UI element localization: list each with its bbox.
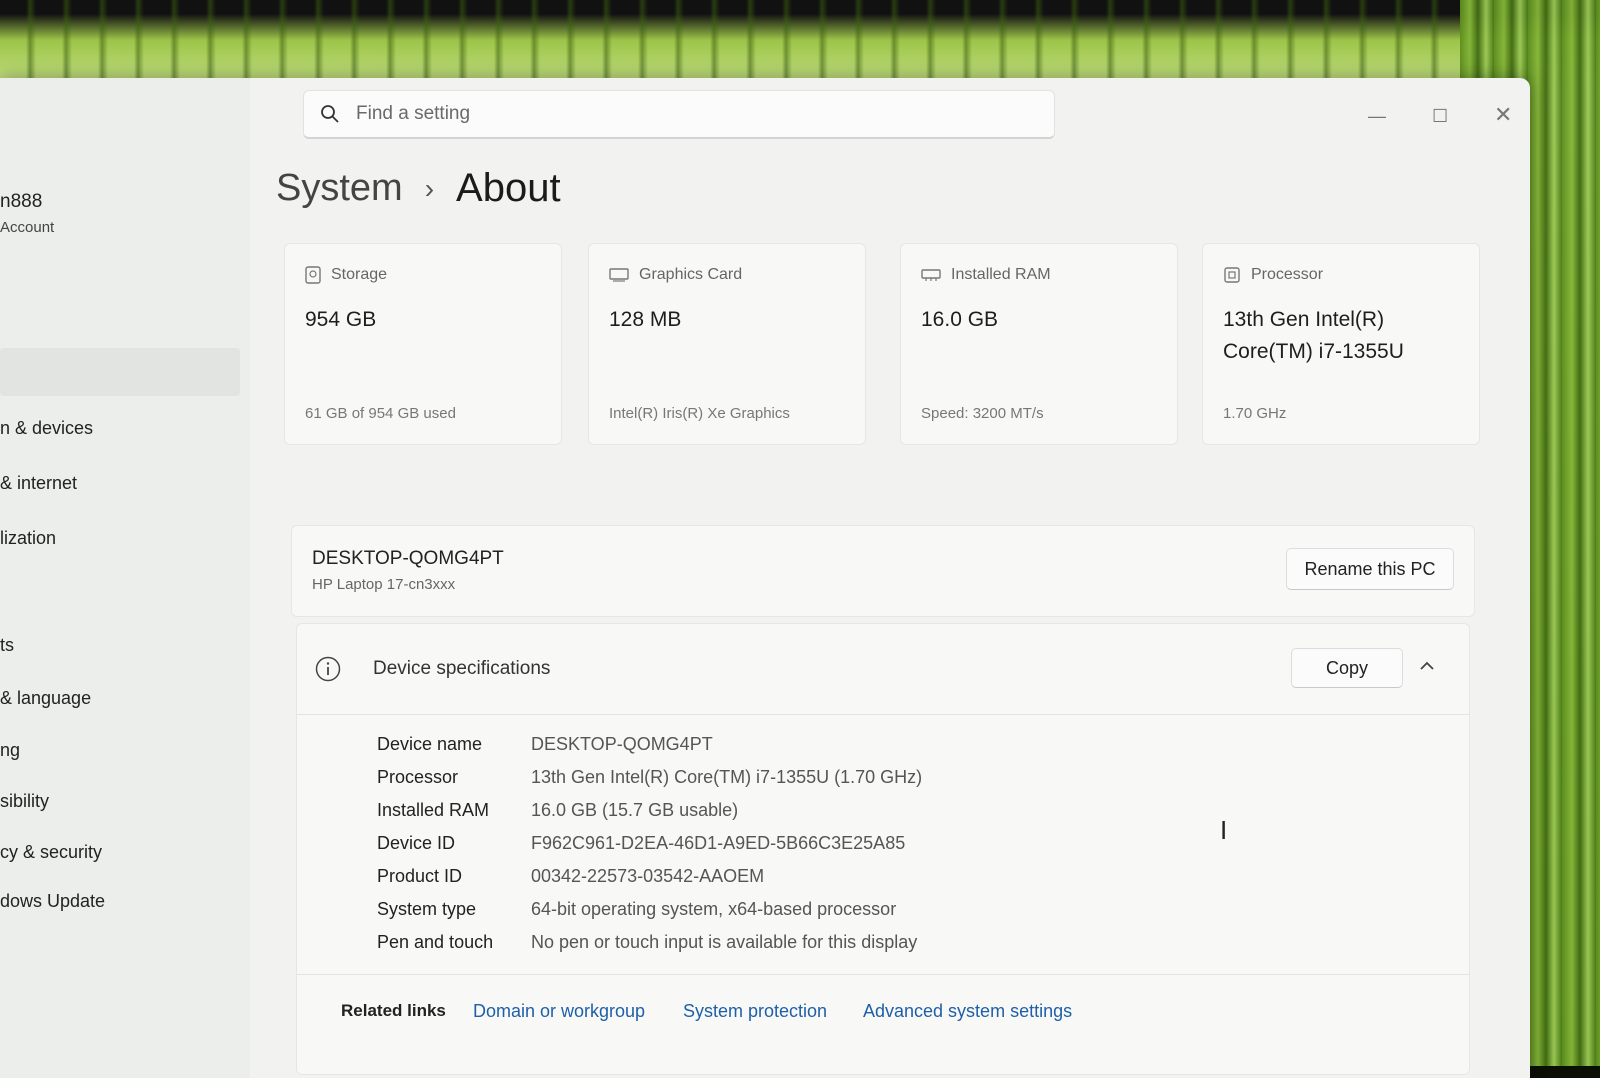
chevron-up-icon[interactable] [1419, 660, 1435, 672]
sidebar-item-accounts[interactable]: ts [0, 635, 14, 656]
spec-label-product-id: Product ID [377, 866, 463, 886]
pc-name-row: DESKTOP-QOMG4PT HP Laptop 17-cn3xxx Rena… [291, 525, 1475, 617]
search-icon [321, 105, 339, 123]
device-specifications-title: Device specifications [373, 658, 551, 679]
graphics-card-value: 128 MB [609, 308, 682, 331]
account-type: Account [0, 219, 55, 236]
copy-button[interactable]: Copy [1291, 648, 1403, 688]
ram-label: Installed RAM [951, 266, 1051, 283]
minimize-icon[interactable]: — [1368, 106, 1386, 127]
search-input[interactable] [354, 102, 998, 126]
ram-value: 16.0 GB [921, 308, 999, 331]
processor-speed: 1.70 GHz [1223, 405, 1287, 422]
related-links: Related links Domain or workgroup System… [297, 974, 1469, 1045]
graphics-card-model: Intel(R) Iris(R) Xe Graphics [609, 405, 790, 422]
storage-value: 954 GB [305, 308, 377, 331]
storage-card[interactable]: Storage 954 GB 61 GB of 954 GB used [284, 243, 562, 445]
ram-speed: Speed: 3200 MT/s [921, 405, 1044, 422]
info-icon [315, 656, 341, 682]
breadcrumb: System › About [276, 166, 561, 211]
processor-value: 13th Gen Intel(R) Core(TM) i7-1355U [1223, 308, 1404, 363]
spec-label-pen-touch: Pen and touch [377, 932, 494, 952]
sidebar-item-time-language[interactable]: & language [0, 688, 91, 709]
spec-value-processor: 13th Gen Intel(R) Core(TM) i7-1355U (1.7… [531, 767, 923, 787]
spec-value-product-id: 00342-22573-03542-AAOEM [531, 866, 765, 886]
chevron-right-icon: › [424, 172, 435, 204]
sidebar: n888 Account n & devices & internet liza… [0, 78, 250, 1078]
processor-icon [1224, 267, 1240, 283]
graphics-card-icon [609, 268, 629, 282]
graphics-card-card[interactable]: Graphics Card 128 MB Intel(R) Iris(R) Xe… [588, 243, 866, 445]
spec-label-processor: Processor [377, 767, 459, 787]
account-name: n888 [0, 191, 43, 212]
page-title: About [456, 166, 561, 210]
link-advanced-system-settings[interactable]: Advanced system settings [863, 1001, 1072, 1022]
graphics-card-label: Graphics Card [639, 266, 743, 283]
storage-icon [305, 266, 321, 284]
processor-card[interactable]: Processor 13th Gen Intel(R) Core(TM) i7-… [1202, 243, 1480, 445]
link-system-protection[interactable]: System protection [683, 1001, 827, 1022]
sidebar-item-privacy-security[interactable]: cy & security [0, 842, 102, 863]
spec-value-device-id: F962C961-D2EA-46D1-A9ED-5B66C3E25A85 [531, 833, 906, 853]
ram-icon [921, 269, 941, 281]
sidebar-item-windows-update[interactable]: dows Update [0, 891, 105, 912]
search-box[interactable] [303, 90, 1055, 139]
processor-label: Processor [1251, 266, 1324, 283]
sidebar-item-gaming[interactable]: ng [0, 740, 20, 761]
spec-value-installed-ram: 16.0 GB (15.7 GB usable) [531, 800, 739, 820]
pc-name: DESKTOP-QOMG4PT [312, 548, 504, 569]
sidebar-item-personalization[interactable]: lization [0, 528, 56, 549]
spec-value-device-name: DESKTOP-QOMG4PT [531, 734, 713, 754]
spec-label-device-name: Device name [377, 734, 483, 754]
device-specifications-panel: Device specifications Copy Device name D… [296, 623, 1470, 1075]
text-cursor-icon: I [1220, 815, 1228, 845]
ram-card[interactable]: Installed RAM 16.0 GB Speed: 3200 MT/s [900, 243, 1178, 445]
sidebar-item-system[interactable] [0, 348, 240, 396]
spec-label-device-id: Device ID [377, 833, 456, 853]
sidebar-item-network[interactable]: & internet [0, 473, 77, 494]
link-domain-workgroup[interactable]: Domain or workgroup [473, 1001, 645, 1022]
spec-label-installed-ram: Installed RAM [377, 800, 490, 820]
maximize-icon[interactable]: ☐ [1432, 106, 1448, 127]
related-links-label: Related links [341, 1001, 446, 1020]
breadcrumb-system[interactable]: System [276, 167, 403, 210]
rename-pc-button[interactable]: Rename this PC [1286, 548, 1454, 590]
settings-window: n888 Account n & devices & internet liza… [0, 78, 1530, 1078]
close-icon[interactable]: ✕ [1494, 102, 1512, 128]
spec-label-system-type: System type [377, 899, 477, 919]
device-specifications-header[interactable]: Device specifications Copy [297, 624, 1469, 715]
sidebar-item-devices[interactable]: n & devices [0, 418, 93, 439]
spec-value-pen-touch: No pen or touch input is available for t… [531, 932, 918, 952]
spec-value-system-type: 64-bit operating system, x64-based proce… [531, 899, 897, 919]
pc-model: HP Laptop 17-cn3xxx [312, 576, 456, 593]
storage-usage: 61 GB of 954 GB used [305, 405, 456, 422]
storage-label: Storage [331, 266, 388, 283]
sidebar-item-accessibility[interactable]: sibility [0, 791, 49, 812]
